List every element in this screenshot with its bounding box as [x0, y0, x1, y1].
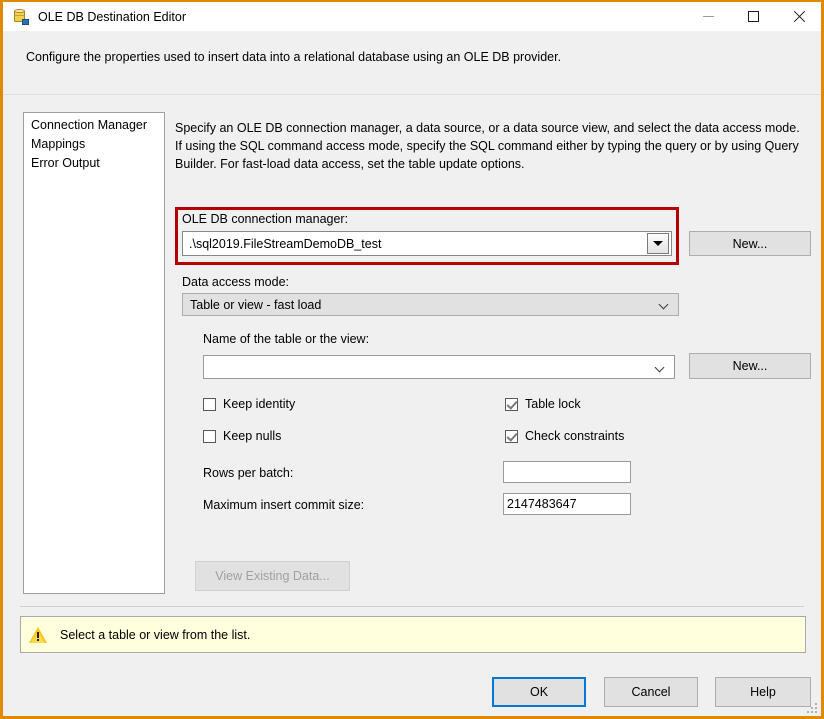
ok-button[interactable]: OK: [492, 677, 586, 707]
resize-grip[interactable]: [806, 702, 818, 714]
ole-db-destination-editor-window: OLE DB Destination Editor Configure the …: [0, 0, 824, 719]
data-access-mode-label: Data access mode:: [182, 275, 289, 289]
window-title: OLE DB Destination Editor: [38, 9, 186, 24]
minimize-button[interactable]: [686, 2, 731, 31]
chevron-down-icon: [656, 363, 665, 372]
table-lock-label: Table lock: [525, 397, 581, 411]
new-table-button[interactable]: New...: [689, 353, 811, 379]
chevron-down-icon: [660, 300, 669, 309]
maximize-icon: [748, 11, 759, 22]
warning-bar: Select a table or view from the list.: [20, 616, 806, 653]
sidebar-item-connection-manager-label: Connection Manager: [31, 118, 148, 132]
close-button[interactable]: [776, 2, 821, 31]
instructions-text: Specify an OLE DB connection manager, a …: [175, 121, 800, 171]
data-access-mode-value: Table or view - fast load: [190, 297, 322, 312]
maximize-button[interactable]: [731, 2, 776, 31]
table-or-view-combo[interactable]: [203, 355, 675, 379]
view-existing-data-button[interactable]: View Existing Data...: [195, 561, 350, 591]
connection-manager-label: OLE DB connection manager:: [182, 212, 349, 226]
header-band: Configure the properties used to insert …: [3, 31, 821, 95]
check-constraints-label: Check constraints: [525, 429, 625, 443]
warning-triangle-icon: [29, 626, 48, 643]
sidebar-item-connection-manager[interactable]: Connection Manager: [24, 116, 164, 135]
header-description: Configure the properties used to insert …: [26, 50, 562, 64]
connection-manager-dropdown-button[interactable]: [647, 233, 669, 254]
rows-per-batch-label: Rows per batch:: [203, 466, 294, 480]
checkbox-box-checked: [505, 397, 518, 411]
keep-nulls-checkbox[interactable]: Keep nulls: [203, 429, 281, 443]
new-connection-button[interactable]: New...: [689, 231, 811, 256]
database-destination-icon: [12, 8, 30, 26]
maximum-insert-commit-size-input[interactable]: 2147483647: [503, 493, 631, 515]
keep-nulls-label: Keep nulls: [223, 429, 282, 443]
cancel-button[interactable]: Cancel: [604, 677, 698, 707]
help-button[interactable]: Help: [715, 677, 811, 707]
sidebar-item-error-output[interactable]: Error Output: [24, 154, 164, 173]
warning-message: Select a table or view from the list.: [60, 627, 251, 642]
sidebar-item-mappings[interactable]: Mappings: [24, 135, 164, 154]
chevron-down-icon: [653, 241, 663, 246]
table-lock-checkbox[interactable]: Table lock: [505, 397, 581, 411]
footer-bar: OK Cancel Help: [3, 662, 821, 716]
title-bar: OLE DB Destination Editor: [3, 2, 821, 31]
checkbox-box: [203, 397, 216, 411]
keep-identity-checkbox[interactable]: Keep identity: [203, 397, 295, 411]
keep-identity-label: Keep identity: [223, 397, 296, 411]
data-access-mode-combo[interactable]: Table or view - fast load: [182, 293, 679, 316]
close-icon: [792, 10, 805, 23]
connection-manager-value: .\sql2019.FileStreamDemoDB_test: [189, 236, 382, 251]
rows-per-batch-input[interactable]: [503, 461, 631, 483]
checkbox-box-checked: [505, 429, 518, 443]
content-pane: Specify an OLE DB connection manager, a …: [173, 95, 811, 603]
footer-divider: [20, 606, 804, 607]
minimize-icon: [703, 16, 714, 17]
connection-manager-combo[interactable]: .\sql2019.FileStreamDemoDB_test: [182, 231, 672, 256]
checkbox-box: [203, 429, 216, 443]
table-or-view-label: Name of the table or the view:: [203, 332, 370, 346]
page-list: Connection Manager Mappings Error Output: [23, 112, 165, 594]
window-controls: [686, 2, 821, 31]
body-area: Connection Manager Mappings Error Output…: [3, 95, 821, 603]
check-constraints-checkbox[interactable]: Check constraints: [505, 429, 624, 443]
maximum-insert-commit-size-label: Maximum insert commit size:: [203, 498, 365, 512]
